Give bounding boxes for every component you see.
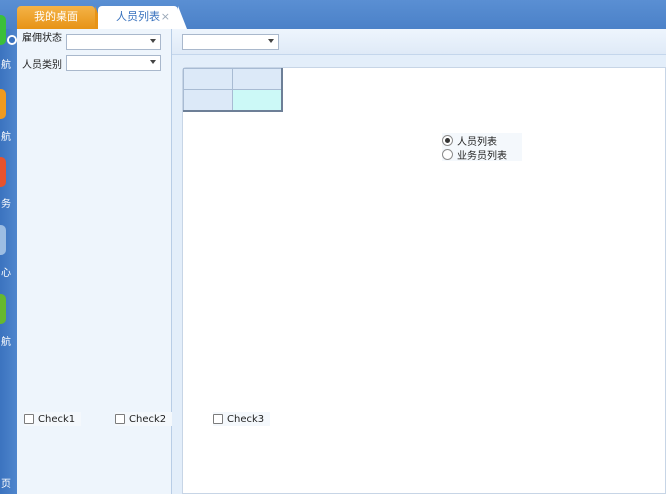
checkbox-label: Check1 [38,413,76,425]
dock-button-1[interactable] [0,15,6,45]
grid-selected-cell[interactable] [232,89,282,111]
dock-label-2: 航 [1,132,11,143]
checkbox[interactable] [213,414,223,424]
radio-button-checked[interactable] [442,134,453,146]
chevron-down-icon [150,39,156,43]
radio-label: 业务员列表 [457,150,507,162]
checkbox[interactable] [24,414,34,424]
close-icon[interactable]: × [161,6,170,28]
grid-header-cell[interactable] [232,68,282,90]
dock-button-3[interactable] [0,157,6,187]
checkbox[interactable] [115,414,125,424]
dock-button-2[interactable] [0,89,6,119]
checkbox-label: Check3 [227,413,265,425]
grid-header-cell[interactable] [183,68,233,90]
dock-button-4[interactable] [0,225,6,255]
tab-bar: 我的桌面 人员列表 × [0,0,666,29]
radio-button[interactable] [442,148,453,160]
radio-label: 人员列表 [457,136,497,148]
dock-label-1: 航 [1,60,11,71]
filter-label: 雇佣状态 [22,32,62,44]
tab-my-desktop[interactable]: 我的桌面 [17,6,104,29]
checkbox-label: Check2 [129,413,167,425]
dock-label-5: 航 [1,337,11,348]
employment-status-select[interactable] [66,34,161,50]
content-select[interactable] [182,34,279,50]
left-dock: ● 航 航 务 心 航 页 [0,15,17,494]
check1[interactable]: Check1 [24,412,82,426]
dock-label-home[interactable]: 页 [0,475,12,490]
filter-employment-status: 雇佣状态 [22,33,161,50]
radio-staff-list[interactable]: 人员列表 [442,133,522,148]
check3[interactable]: Check3 [213,412,271,426]
grid-row-header-cell[interactable] [183,89,233,111]
filter-label: 人员类别 [22,59,62,71]
content-toolbar [172,29,666,55]
check2[interactable]: Check2 [115,412,173,426]
list-type-radio-group: 人员列表 业务员列表 [442,133,522,162]
staff-category-select[interactable] [66,55,161,71]
content-panel: 人员列表 业务员列表 [182,67,666,494]
data-grid[interactable] [183,68,283,112]
dock-label-3: 务 [1,199,11,210]
chevron-down-icon [268,39,274,43]
dock-label-4: 心 [1,268,11,279]
tab-my-desktop-label: 我的桌面 [34,10,78,23]
tab-staff-list[interactable]: 人员列表 × [98,6,187,29]
tab-staff-list-label: 人员列表 [116,10,160,23]
chevron-down-icon [150,60,156,64]
radio-salesperson-list[interactable]: 业务员列表 [442,147,522,162]
pin-icon[interactable]: ● [7,35,17,45]
dock-button-5[interactable] [0,294,6,324]
filter-staff-category: 人员类别 [22,55,161,71]
